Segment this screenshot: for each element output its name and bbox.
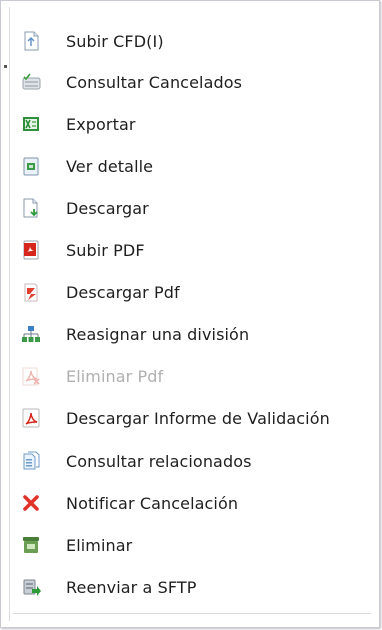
- menu-item-label: Subir PDF: [66, 240, 145, 260]
- menu-item-eliminar-pdf: Eliminar Pdf: [13, 356, 373, 396]
- menu-item-label: Descargar Informe de Validación: [66, 408, 330, 428]
- menu-item-reenviar-sftp[interactable]: Reenviar a SFTP: [13, 567, 373, 607]
- menu-item-label: Consultar relacionados: [66, 451, 252, 471]
- cancelled-list-icon: [19, 70, 43, 94]
- menu-item-label: Reasignar una división: [66, 324, 250, 344]
- menu-item-label: Descargar Pdf: [66, 282, 180, 302]
- red-x-icon: [19, 491, 43, 515]
- menu-item-notificar-cancelacion[interactable]: Notificar Cancelación: [13, 483, 373, 523]
- menu-item-label: Ver detalle: [66, 156, 154, 176]
- upload-document-icon: [19, 29, 43, 53]
- trash-bin-icon: [19, 533, 43, 557]
- menu-item-label: Subir CFD(I): [66, 31, 164, 51]
- acrobat-pdf-icon: [19, 406, 43, 430]
- context-menu: Subir CFD(I) Consultar Cancelados Export…: [0, 0, 380, 628]
- menu-item-label: Reenviar a SFTP: [66, 577, 197, 597]
- menu-item-label: Descargar: [66, 198, 149, 218]
- menu-item-exportar[interactable]: Exportar: [13, 104, 373, 144]
- view-detail-icon: [19, 154, 43, 178]
- menu-item-subir-cfdi[interactable]: Subir CFD(I): [13, 21, 373, 61]
- menu-item-descargar-informe-validacion[interactable]: Descargar Informe de Validación: [13, 398, 373, 438]
- org-chart-icon: [19, 322, 43, 346]
- menu-item-eliminar[interactable]: Eliminar: [13, 525, 373, 565]
- menu-item-consultar-cancelados[interactable]: Consultar Cancelados: [13, 62, 373, 102]
- menu-item-descargar[interactable]: Descargar: [13, 188, 373, 228]
- pdf-upload-icon: [19, 238, 43, 262]
- download-document-icon: [19, 196, 43, 220]
- related-documents-icon: [19, 449, 43, 473]
- icon-gutter-divider: [9, 7, 10, 621]
- menu-item-label: Consultar Cancelados: [66, 72, 243, 92]
- menu-item-label: Exportar: [66, 114, 136, 134]
- menu-item-reasignar-division[interactable]: Reasignar una división: [13, 314, 373, 354]
- excel-export-icon: [19, 112, 43, 136]
- menu-item-subir-pdf[interactable]: Subir PDF: [13, 230, 373, 270]
- sftp-forward-icon: [19, 575, 43, 599]
- menu-item-label: Eliminar Pdf: [66, 366, 164, 386]
- menu-edge-marker: [4, 65, 7, 68]
- menu-item-consultar-relacionados[interactable]: Consultar relacionados: [13, 441, 373, 481]
- pdf-delete-icon: [19, 364, 43, 388]
- pdf-download-icon: [19, 280, 43, 304]
- menu-item-ver-detalle[interactable]: Ver detalle: [13, 146, 373, 186]
- menu-item-descargar-pdf[interactable]: Descargar Pdf: [13, 272, 373, 312]
- menu-separator: [13, 613, 371, 614]
- menu-item-label: Notificar Cancelación: [66, 493, 239, 513]
- menu-item-label: Eliminar: [66, 535, 133, 555]
